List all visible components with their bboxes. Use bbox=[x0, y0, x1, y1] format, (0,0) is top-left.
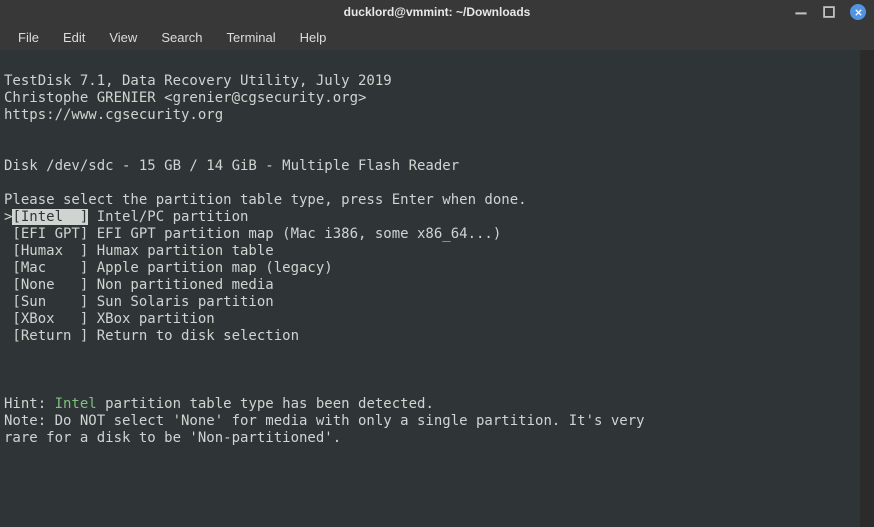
option-xbox[interactable]: [XBox ] XBox partition bbox=[4, 311, 215, 327]
note-line-2: rare for a disk to be 'Non-partitioned'. bbox=[4, 430, 341, 446]
option-humax[interactable]: [Humax ] Humax partition table bbox=[4, 243, 274, 259]
menu-file[interactable]: File bbox=[8, 27, 49, 48]
option-sun[interactable]: [Sun ] Sun Solaris partition bbox=[4, 294, 274, 310]
selected-desc: Intel/PC partition bbox=[88, 209, 248, 225]
minimize-icon[interactable] bbox=[794, 5, 808, 19]
window-controls bbox=[794, 4, 866, 20]
note-line-1: Note: Do NOT select 'None' for media wit… bbox=[4, 413, 645, 429]
line-header-3: https://www.cgsecurity.org bbox=[4, 107, 223, 123]
hint-line: Hint: Intel partition table type has bee… bbox=[4, 396, 434, 412]
disk-info: Disk /dev/sdc - 15 GB / 14 GiB - Multipl… bbox=[4, 158, 459, 174]
maximize-icon[interactable] bbox=[822, 5, 836, 19]
option-intel[interactable]: >[Intel ] Intel/PC partition bbox=[4, 209, 248, 225]
option-efi[interactable]: [EFI GPT] EFI GPT partition map (Mac i38… bbox=[4, 226, 501, 242]
terminal-area[interactable]: TestDisk 7.1, Data Recovery Utility, Jul… bbox=[0, 50, 874, 527]
option-mac[interactable]: [Mac ] Apple partition map (legacy) bbox=[4, 260, 333, 276]
prompt: Please select the partition table type, … bbox=[4, 192, 527, 208]
detected-type: Intel bbox=[55, 396, 97, 412]
close-icon[interactable] bbox=[850, 4, 866, 20]
titlebar: ducklord@vmmint: ~/Downloads bbox=[0, 0, 874, 24]
menu-search[interactable]: Search bbox=[151, 27, 212, 48]
line-header-2: Christophe GRENIER <grenier@cgsecurity.o… bbox=[4, 90, 366, 106]
menu-terminal[interactable]: Terminal bbox=[217, 27, 286, 48]
line-header-1: TestDisk 7.1, Data Recovery Utility, Jul… bbox=[4, 73, 392, 89]
selected-item: [Intel ] bbox=[12, 209, 88, 225]
menu-edit[interactable]: Edit bbox=[53, 27, 95, 48]
menu-view[interactable]: View bbox=[99, 27, 147, 48]
window-title: ducklord@vmmint: ~/Downloads bbox=[344, 5, 531, 19]
option-return[interactable]: [Return ] Return to disk selection bbox=[4, 328, 299, 344]
option-none[interactable]: [None ] Non partitioned media bbox=[4, 277, 274, 293]
menu-help[interactable]: Help bbox=[290, 27, 337, 48]
menubar: File Edit View Search Terminal Help bbox=[0, 24, 874, 50]
